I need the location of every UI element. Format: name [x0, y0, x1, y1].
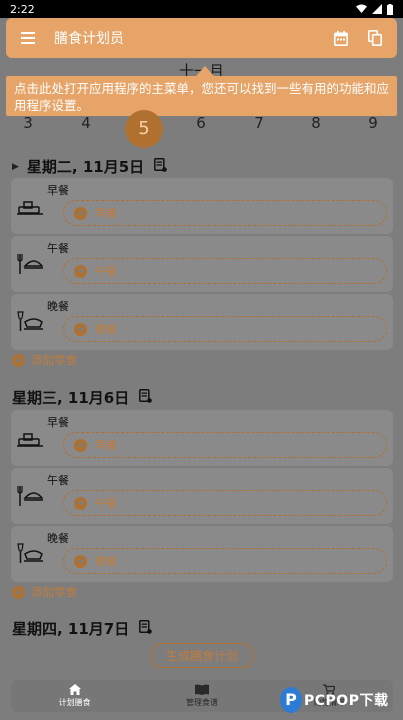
meal-label: 午餐: [47, 242, 69, 255]
day-title: 星期二, 11月5日: [26, 158, 145, 176]
date-item-selected[interactable]: 5: [125, 110, 163, 148]
day-header[interactable]: 星期三, 11月6日: [12, 387, 153, 408]
date-item[interactable]: 9: [358, 114, 388, 132]
meal-label: 午餐: [47, 474, 69, 487]
watermark-logo-icon: P: [280, 687, 302, 713]
add-breakfast-field[interactable]: + 早餐: [63, 432, 387, 458]
plus-icon: +: [12, 584, 25, 599]
meal-placeholder: 早餐: [95, 439, 117, 452]
lunch-icon: [17, 486, 43, 506]
meal-card-breakfast: 早餐 + 早餐: [11, 410, 393, 466]
watermark-text: PCPOP下载: [304, 693, 389, 709]
add-snack-button[interactable]: + 添加零食: [12, 584, 77, 600]
notes-icon[interactable]: [139, 619, 153, 638]
notes-icon[interactable]: [139, 388, 153, 407]
meal-card-lunch: 午餐 + 午餐: [11, 236, 393, 292]
nav-item-plan-meals[interactable]: 计划膳食: [11, 680, 138, 712]
add-snack-button[interactable]: + 添加零食: [12, 352, 77, 368]
date-strip: 3 4 6 7 8 9: [0, 108, 403, 142]
meal-card-lunch: 午餐 + 午餐: [11, 468, 393, 524]
breakfast-icon: [17, 201, 43, 215]
date-item[interactable]: 7: [244, 114, 274, 132]
add-dinner-field[interactable]: + 晚餐: [63, 316, 387, 342]
meal-card-dinner: 晚餐 + 晚餐: [11, 294, 393, 350]
day-title: 星期三, 11月6日: [12, 389, 130, 407]
add-breakfast-field[interactable]: + 早餐: [63, 200, 387, 226]
expand-caret-icon[interactable]: ▶: [12, 162, 19, 172]
meal-placeholder: 早餐: [95, 207, 117, 220]
nav-label: 计划膳食: [58, 698, 91, 707]
plus-icon: +: [74, 495, 87, 510]
app-title: 膳食计划员: [54, 31, 124, 47]
generate-meal-plan-button[interactable]: 生成膳食计划: [150, 643, 254, 668]
meal-placeholder: 午餐: [95, 497, 117, 510]
add-dinner-field[interactable]: + 晚餐: [63, 548, 387, 574]
add-snack-label: 添加零食: [31, 585, 77, 599]
battery-icon: [387, 3, 393, 15]
day-header[interactable]: ▶ 星期二, 11月5日: [12, 156, 167, 177]
date-item[interactable]: 6: [186, 114, 216, 132]
day-title: 星期四, 11月7日: [12, 620, 130, 638]
wifi-icon: [356, 4, 367, 13]
meal-placeholder: 晚餐: [95, 555, 117, 568]
breakfast-icon: [17, 433, 43, 447]
add-lunch-field[interactable]: + 午餐: [63, 258, 387, 284]
plus-icon: +: [74, 437, 87, 452]
date-item[interactable]: 4: [71, 114, 101, 132]
app-bar: 膳食计划员: [6, 18, 397, 58]
meal-label: 晚餐: [47, 300, 69, 313]
meal-label: 早餐: [47, 416, 69, 429]
watermark: P PCPOP下载: [280, 684, 402, 716]
meal-label: 晚餐: [47, 532, 69, 545]
plus-icon: +: [74, 263, 87, 278]
dinner-icon: [17, 311, 43, 331]
status-bar: 2:22: [0, 0, 403, 18]
plus-icon: +: [74, 205, 87, 220]
add-snack-label: 添加零食: [31, 353, 77, 367]
home-icon: [68, 684, 81, 695]
add-lunch-field[interactable]: + 午餐: [63, 490, 387, 516]
meal-card-dinner: 晚餐 + 晚餐: [11, 526, 393, 582]
calendar-icon[interactable]: [329, 26, 353, 50]
book-icon: [194, 684, 209, 695]
meal-label: 早餐: [47, 184, 69, 197]
meal-placeholder: 晚餐: [95, 323, 117, 336]
day-header[interactable]: 星期四, 11月7日: [12, 618, 153, 639]
signal-icon: [372, 4, 382, 14]
plus-icon: +: [74, 553, 87, 568]
status-time: 2:22: [10, 2, 35, 16]
meal-placeholder: 午餐: [95, 265, 117, 278]
plus-icon: +: [74, 321, 87, 336]
menu-icon[interactable]: [16, 26, 40, 50]
date-item[interactable]: 3: [13, 114, 43, 132]
dinner-icon: [17, 543, 43, 563]
copy-icon[interactable]: [363, 26, 387, 50]
nav-item-manage-recipes[interactable]: 管理食谱: [138, 680, 265, 712]
date-item[interactable]: 8: [301, 114, 331, 132]
lunch-icon: [17, 254, 43, 274]
tooltip-arrow: [196, 66, 214, 76]
plus-icon: +: [12, 352, 25, 367]
nav-label: 管理食谱: [185, 698, 218, 707]
notes-icon[interactable]: [154, 157, 167, 176]
meal-card-breakfast: 早餐 + 早餐: [11, 178, 393, 234]
